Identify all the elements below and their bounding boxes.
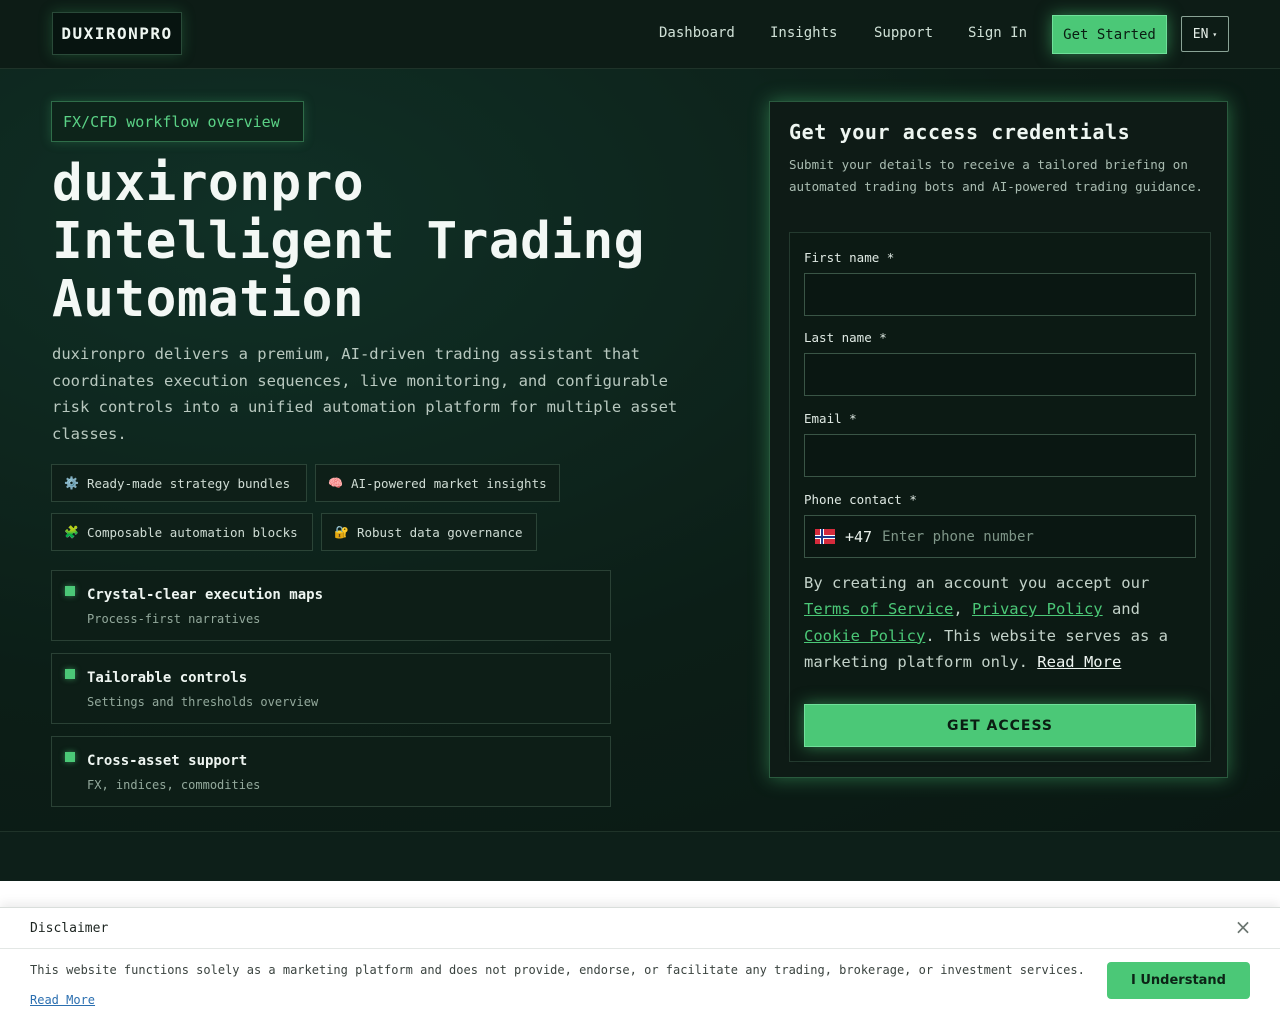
puzzle-icon: 🧩 — [64, 525, 79, 539]
chevron-down-icon: ▾ — [1212, 29, 1218, 39]
hero-title-line-2: Intelligent Trading — [52, 212, 645, 271]
tag-label: AI-powered market insights — [350, 475, 547, 491]
tag-market-insights: 🧠 AI-powered market insights — [315, 464, 560, 502]
feature-execution-maps: Crystal-clear execution maps Process-fir… — [51, 570, 611, 641]
feature-subtitle: Process-first narratives — [87, 612, 261, 626]
hero-title: duxironpro Intelligent Trading Automatio… — [52, 155, 752, 329]
feature-tailorable-controls: Tailorable controls Settings and thresho… — [51, 653, 611, 724]
hero-title-line-1: duxironpro — [52, 154, 365, 213]
close-icon[interactable]: × — [1234, 917, 1252, 937]
read-more-link[interactable]: Read More — [1037, 653, 1121, 671]
disclaimer-read-more-link[interactable]: Read More — [30, 993, 95, 1007]
cookie-policy-link[interactable]: Cookie Policy — [804, 627, 925, 645]
terms-notice: By creating an account you accept our Te… — [804, 570, 1196, 675]
top-nav: DUXIRONPRO Dashboard Insights Support Si… — [0, 0, 1280, 69]
terms-separator: , — [953, 600, 972, 619]
norway-flag-icon[interactable] — [815, 529, 835, 544]
tag-label: Ready-made strategy bundles — [86, 475, 291, 491]
signup-card: Get your access credentials Submit your … — [769, 101, 1228, 778]
terms-prefix: By creating an account you accept our — [804, 574, 1150, 592]
get-started-button[interactable]: Get Started — [1052, 15, 1167, 54]
disclaimer-header: Disclaimer × — [0, 908, 1280, 949]
signup-form: First name * Last name * Email * Phone c… — [789, 232, 1211, 762]
disclaimer-text: This website functions solely as a marke… — [30, 963, 1085, 977]
nav-link-dashboard[interactable]: Dashboard — [659, 25, 735, 41]
workflow-pill: FX/CFD workflow overview — [51, 101, 304, 142]
nav-link-support[interactable]: Support — [874, 25, 933, 41]
language-selector[interactable]: EN ▾ — [1181, 16, 1229, 52]
tag-data-governance: 🔐 Robust data governance — [321, 513, 537, 551]
logo[interactable]: DUXIRONPRO — [52, 12, 182, 55]
hero-description: duxironpro delivers a premium, AI-driven… — [52, 345, 678, 443]
feature-subtitle: Settings and thresholds overview — [87, 695, 319, 709]
gear-icon: ⚙️ — [64, 476, 79, 490]
nav-link-sign-in[interactable]: Sign In — [968, 25, 1027, 41]
email-label: Email * — [804, 411, 857, 426]
get-access-button[interactable]: GET ACCESS — [804, 704, 1196, 747]
phone-field[interactable]: +47 Enter phone number — [804, 515, 1196, 558]
first-name-field[interactable] — [804, 273, 1196, 316]
email-field[interactable] — [804, 434, 1196, 477]
phone-placeholder: Enter phone number — [882, 528, 1034, 545]
last-name-label: Last name * — [804, 330, 887, 345]
hero-title-line-3: Automation — [52, 270, 365, 329]
first-name-label: First name * — [804, 250, 895, 265]
nav-link-insights[interactable]: Insights — [770, 25, 837, 41]
bullet-icon — [65, 586, 75, 596]
tag-label: Composable automation blocks — [86, 524, 298, 540]
bullet-icon — [65, 752, 75, 762]
feature-title: Cross-asset support — [87, 753, 248, 769]
dial-code: +47 — [845, 527, 873, 546]
form-subtitle: Submit your details to receive a tailore… — [789, 157, 1203, 194]
privacy-policy-link[interactable]: Privacy Policy — [972, 600, 1103, 618]
tag-strategy-bundles: ⚙️ Ready-made strategy bundles — [51, 464, 307, 502]
disclaimer-title: Disclaimer — [30, 921, 109, 936]
language-label: EN — [1192, 26, 1209, 42]
tag-label: Robust data governance — [356, 524, 523, 540]
feature-cross-asset: Cross-asset support FX, indices, commodi… — [51, 736, 611, 807]
understand-button[interactable]: I Understand — [1107, 962, 1250, 999]
tag-automation-blocks: 🧩 Composable automation blocks — [51, 513, 313, 551]
feature-title: Crystal-clear execution maps — [87, 587, 324, 603]
feature-subtitle: FX, indices, commodities — [87, 778, 261, 792]
terms-and: and — [1102, 600, 1140, 619]
bullet-icon — [65, 669, 75, 679]
brain-icon: 🧠 — [328, 476, 343, 490]
disclaimer-banner: Disclaimer × This website functions sole… — [0, 907, 1280, 1024]
form-title: Get your access credentials — [789, 120, 1131, 144]
last-name-field[interactable] — [804, 353, 1196, 396]
lock-icon: 🔐 — [334, 525, 349, 539]
terms-of-service-link[interactable]: Terms of Service — [804, 600, 953, 618]
phone-label: Phone contact * — [804, 492, 917, 507]
feature-title: Tailorable controls — [87, 670, 248, 686]
section-band — [0, 832, 1280, 881]
